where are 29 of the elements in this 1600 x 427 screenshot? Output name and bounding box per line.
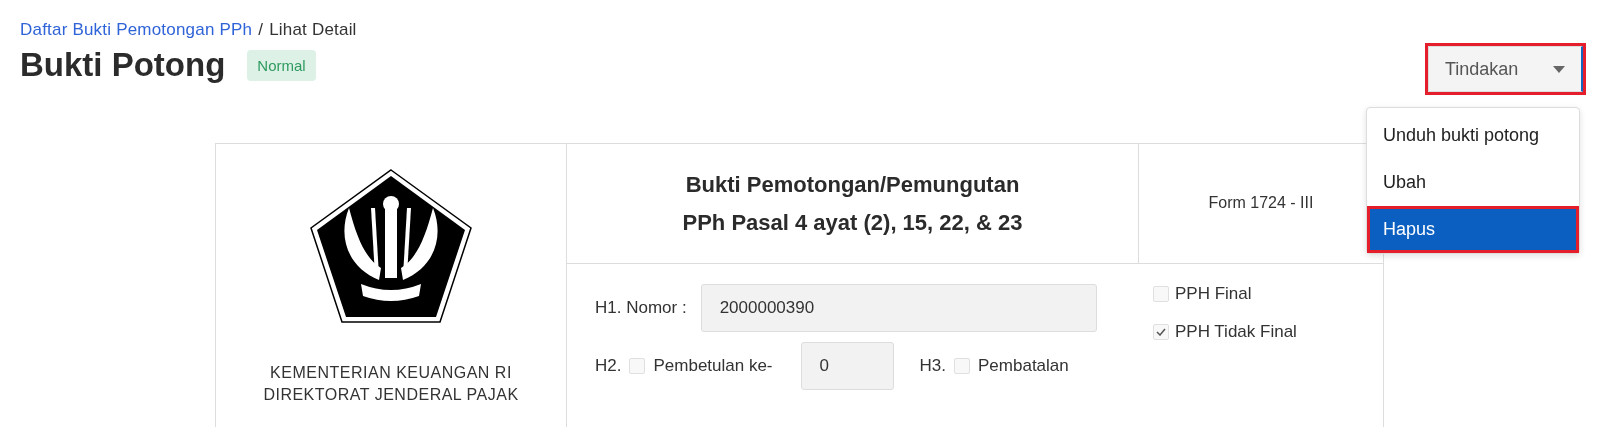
field-label: H1. Nomor :: [595, 298, 687, 318]
agency-name: KEMENTERIAN KEUANGAN RI: [270, 363, 512, 383]
menu-item[interactable]: Unduh bukti potong: [1367, 112, 1579, 159]
agency-name: DIREKTORAT JENDERAL PAJAK: [263, 385, 519, 405]
breadcrumb-separator: /: [258, 20, 264, 40]
page-title: Bukti Potong: [20, 46, 226, 84]
breadcrumb-link[interactable]: Daftar Bukti Pemotongan PPh: [20, 20, 253, 40]
actions-dropdown[interactable]: Tindakan: [1428, 46, 1583, 92]
menu-item[interactable]: Hapus: [1367, 206, 1579, 253]
form-heading: PPh Pasal 4 ayat (2), 15, 22, & 23: [682, 208, 1023, 237]
caret-icon: [1553, 65, 1565, 73]
breadcrumb-current: Lihat Detail: [269, 20, 357, 40]
checkbox-label: PPH Final: [1175, 284, 1252, 304]
number-field[interactable]: 2000000390: [700, 284, 1097, 332]
checkbox-label: PPH Tidak Final: [1175, 322, 1297, 342]
checkbox[interactable]: [1153, 286, 1169, 302]
form-code: Form 1724 - III: [1208, 193, 1314, 212]
menu-item[interactable]: Ubah: [1367, 159, 1579, 206]
check-icon: [1156, 328, 1166, 336]
checkbox[interactable]: [629, 358, 646, 374]
checkbox[interactable]: [1153, 324, 1169, 340]
checkbox[interactable]: [954, 358, 970, 374]
field-label: H3.: [919, 356, 946, 376]
revision-field[interactable]: 0: [800, 342, 894, 390]
checkbox-label: Pembatalan: [978, 356, 1069, 376]
checkbox-label: Pembetulan ke-: [653, 356, 773, 376]
form-heading: Bukti Pemotongan/Pemungutan: [685, 170, 1020, 199]
field-label: H2.: [595, 356, 622, 376]
status-badge: Normal: [247, 49, 316, 81]
